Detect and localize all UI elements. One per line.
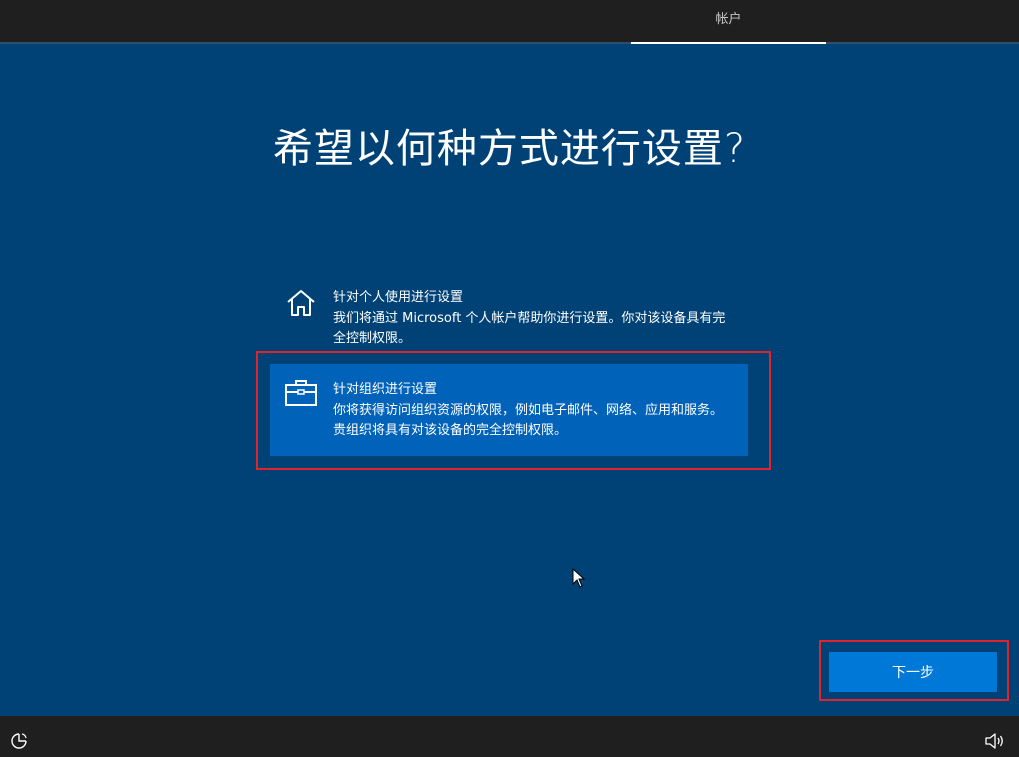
bottom-bar xyxy=(0,716,1019,757)
page-title: 希望以何种方式进行设置? xyxy=(272,126,747,172)
ease-of-access-icon[interactable] xyxy=(10,731,30,751)
mouse-cursor-icon xyxy=(572,567,586,588)
next-button[interactable]: 下一步 xyxy=(829,652,997,692)
option-description: 我们将通过 Microsoft 个人帐户帮助你进行设置。你对该设备具有完全控制权… xyxy=(333,310,726,347)
option-title: 针对个人使用进行设置 xyxy=(333,290,464,305)
option-personal-use[interactable]: 针对个人使用进行设置 我们将通过 Microsoft 个人帐户帮助你进行设置。你… xyxy=(270,288,748,350)
home-icon xyxy=(284,288,318,318)
oobe-screen: 帐户 希望以何种方式进行设置? 针对个人使用进行设置 我们将通过 Microso… xyxy=(0,0,1019,757)
top-bar: 帐户 xyxy=(0,0,1019,44)
volume-icon[interactable] xyxy=(984,731,1006,751)
tab-account[interactable]: 帐户 xyxy=(631,0,826,42)
tab-active-indicator xyxy=(631,42,826,44)
highlight-box-organization xyxy=(256,351,771,470)
